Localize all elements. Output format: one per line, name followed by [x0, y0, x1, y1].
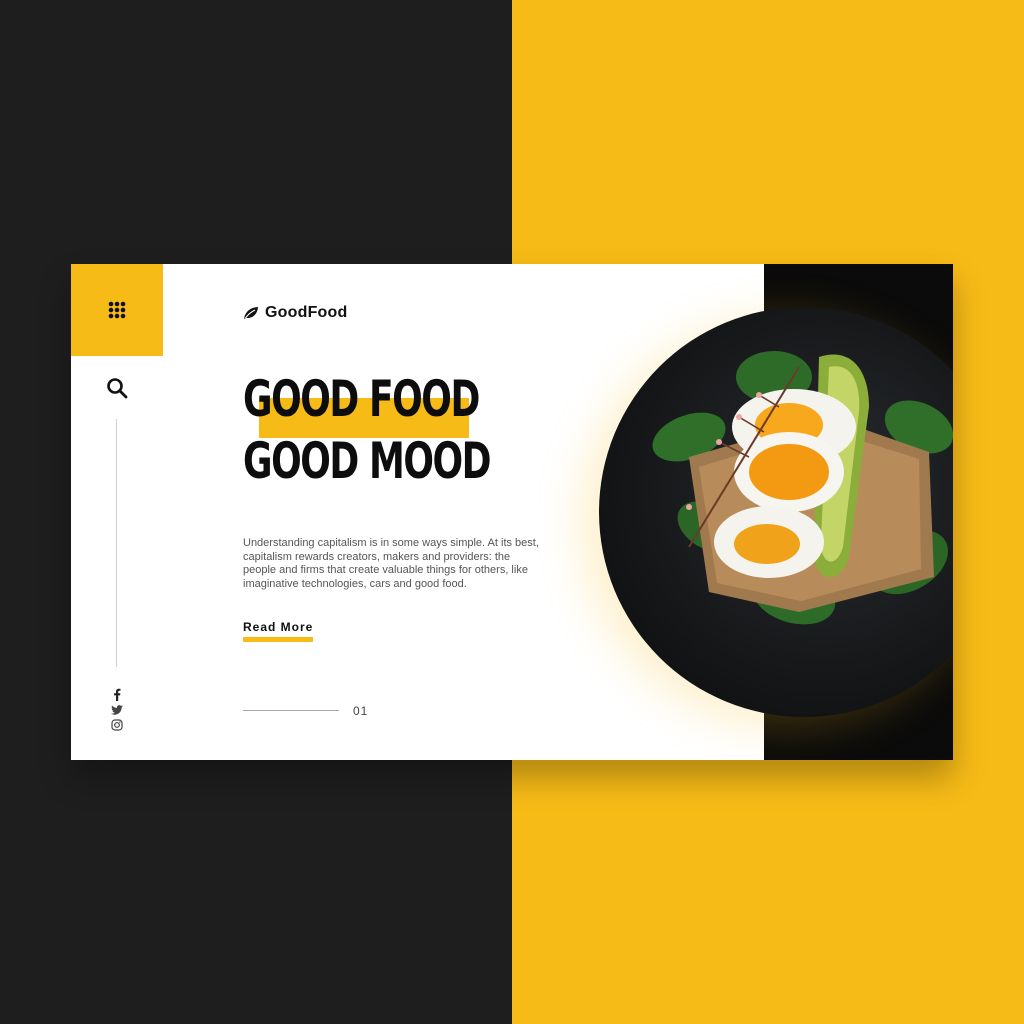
grid-menu-icon [108, 301, 126, 319]
search-button[interactable] [105, 376, 129, 400]
hero-card: GoodFood GOOD FOOD GOOD MOOD Understandi… [71, 264, 953, 760]
pagination-number: 01 [353, 704, 369, 718]
read-more-link[interactable]: Read More [243, 620, 314, 642]
brand-name: GoodFood [265, 304, 348, 321]
headline-line-1: GOOD FOOD [243, 370, 480, 428]
leaf-icon [244, 307, 258, 319]
brand-logo[interactable]: GoodFood [243, 304, 347, 322]
instagram-link[interactable] [109, 718, 125, 732]
egg-toast-illustration [652, 351, 953, 625]
headline: GOOD FOOD GOOD MOOD [243, 368, 586, 492]
search-icon [107, 378, 128, 399]
twitter-link[interactable] [109, 703, 125, 717]
sidebar-divider [116, 419, 117, 667]
twitter-icon [111, 705, 123, 715]
headline-line-2: GOOD MOOD [243, 432, 492, 490]
facebook-link[interactable] [109, 687, 125, 701]
pagination-line [243, 710, 339, 711]
food-plate-image [599, 307, 953, 717]
intro-paragraph: Understanding capitalism is in some ways… [243, 537, 539, 590]
instagram-icon [111, 719, 123, 731]
menu-button[interactable] [71, 264, 163, 356]
facebook-icon [114, 688, 121, 701]
